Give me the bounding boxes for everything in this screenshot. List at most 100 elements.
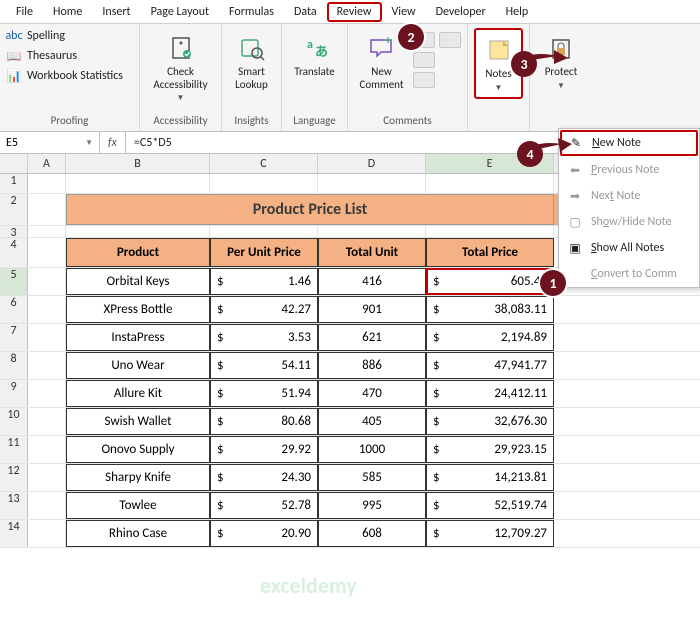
title-cell[interactable]: Product Price List	[66, 194, 554, 225]
tab-view[interactable]: View	[382, 2, 426, 22]
table-cell-product[interactable]: Uno Wear	[66, 352, 210, 379]
svg-text:a: a	[307, 38, 313, 52]
row-8[interactable]: 8	[0, 352, 28, 379]
namebox-dropdown-icon[interactable]: ▼	[85, 138, 93, 148]
ribbon: abcSpelling 📖Thesaurus 📊Workbook Statist…	[0, 24, 700, 132]
table-cell-total[interactable]: $52,519.74	[426, 492, 554, 519]
col-a[interactable]: A	[28, 154, 66, 173]
table-cell-unit-price[interactable]: $80.68	[210, 408, 318, 435]
table-cell-total[interactable]: $38,083.11	[426, 296, 554, 323]
row-3[interactable]: 3	[0, 226, 28, 237]
table-cell-qty[interactable]: 901	[318, 296, 426, 323]
table-cell-qty[interactable]: 416	[318, 268, 426, 295]
header-product[interactable]: Product	[66, 238, 210, 267]
table-cell-product[interactable]: XPress Bottle	[66, 296, 210, 323]
table-cell-qty[interactable]: 405	[318, 408, 426, 435]
watermark: exceldemy	[260, 572, 357, 599]
next-note-icon: ➡	[567, 188, 583, 204]
tab-data[interactable]: Data	[284, 2, 327, 22]
table-cell-total[interactable]: $47,941.77	[426, 352, 554, 379]
table-cell-unit-price[interactable]: $52.78	[210, 492, 318, 519]
new-note-item[interactable]: ✎NNew Noteew Note	[560, 130, 698, 156]
table-cell-total[interactable]: $24,412.11	[426, 380, 554, 407]
table-cell-product[interactable]: Swish Wallet	[66, 408, 210, 435]
header-total-price[interactable]: Total Price	[426, 238, 554, 267]
row-6[interactable]: 6	[0, 296, 28, 323]
tab-file[interactable]: File	[6, 2, 43, 22]
tab-page-layout[interactable]: Page Layout	[141, 2, 219, 22]
name-box[interactable]: E5▼	[0, 132, 100, 153]
table-cell-product[interactable]: InstaPress	[66, 324, 210, 351]
table-cell-qty[interactable]: 470	[318, 380, 426, 407]
svg-text:3: 3	[520, 56, 527, 73]
tab-developer[interactable]: Developer	[426, 2, 496, 22]
row-1[interactable]: 1	[0, 174, 28, 193]
table-cell-unit-price[interactable]: $3.53	[210, 324, 318, 351]
table-cell-unit-price[interactable]: $54.11	[210, 352, 318, 379]
thesaurus-button[interactable]: 📖Thesaurus	[6, 48, 123, 64]
row-5[interactable]: 5	[0, 268, 28, 295]
table-cell-total[interactable]: $29,923.15	[426, 436, 554, 463]
table-cell-product[interactable]: Onovo Supply	[66, 436, 210, 463]
table-cell-unit-price[interactable]: $1.46	[210, 268, 318, 295]
next-comment-button[interactable]	[413, 72, 435, 88]
new-comment-icon: +	[366, 32, 398, 64]
table-cell-unit-price[interactable]: $42.27	[210, 296, 318, 323]
table-cell-product[interactable]: Orbital Keys	[66, 268, 210, 295]
stats-icon: 📊	[6, 68, 22, 84]
tab-formulas[interactable]: Formulas	[219, 2, 284, 22]
row-2[interactable]: 2	[0, 194, 28, 225]
table-cell-qty[interactable]: 621	[318, 324, 426, 351]
table-cell-total[interactable]: $605.49	[426, 268, 554, 295]
table-cell-qty[interactable]: 995	[318, 492, 426, 519]
header-unit-price[interactable]: Per Unit Price	[210, 238, 318, 267]
row-14[interactable]: 14	[0, 520, 28, 547]
table-cell-unit-price[interactable]: $20.90	[210, 520, 318, 547]
table-cell-product[interactable]: Sharpy Knife	[66, 464, 210, 491]
check-accessibility-button[interactable]: Check Accessibility ▼	[149, 28, 213, 107]
table-cell-qty[interactable]: 1000	[318, 436, 426, 463]
prev-comment-button[interactable]	[413, 52, 435, 68]
callout-2: 2	[398, 24, 424, 50]
table-cell-product[interactable]: Allure Kit	[66, 380, 210, 407]
table-cell-product[interactable]: Towlee	[66, 492, 210, 519]
tab-insert[interactable]: Insert	[92, 2, 140, 22]
spelling-button[interactable]: abcSpelling	[6, 28, 123, 44]
show-all-icon: ▣	[567, 240, 583, 256]
row-12[interactable]: 12	[0, 464, 28, 491]
table-cell-product[interactable]: Rhino Case	[66, 520, 210, 547]
tab-review[interactable]: Review	[327, 2, 382, 22]
table-cell-total[interactable]: $14,213.81	[426, 464, 554, 491]
show-comments-button[interactable]	[439, 32, 461, 48]
table-cell-total[interactable]: $12,709.27	[426, 520, 554, 547]
workbook-stats-button[interactable]: 📊Workbook Statistics	[6, 68, 123, 84]
table-cell-qty[interactable]: 886	[318, 352, 426, 379]
col-d[interactable]: D	[318, 154, 426, 173]
row-7[interactable]: 7	[0, 324, 28, 351]
table-cell-unit-price[interactable]: $29.92	[210, 436, 318, 463]
col-b[interactable]: B	[66, 154, 210, 173]
table-cell-unit-price[interactable]: $51.94	[210, 380, 318, 407]
table-cell-unit-price[interactable]: $24.30	[210, 464, 318, 491]
row-4[interactable]: 4	[0, 238, 28, 267]
tab-help[interactable]: Help	[496, 2, 539, 22]
smart-lookup-icon	[236, 32, 268, 64]
row-9[interactable]: 9	[0, 380, 28, 407]
smart-lookup-button[interactable]: Smart Lookup	[228, 28, 275, 95]
table-cell-qty[interactable]: 585	[318, 464, 426, 491]
tab-home[interactable]: Home	[43, 2, 92, 22]
show-all-notes-item[interactable]: ▣Show All Notes	[559, 235, 699, 261]
table-cell-qty[interactable]: 608	[318, 520, 426, 547]
row-13[interactable]: 13	[0, 492, 28, 519]
translate-button[interactable]: aあ Translate	[288, 28, 341, 83]
callout-1: 1	[540, 270, 566, 296]
chevron-down-icon: ▼	[177, 93, 185, 103]
table-cell-total[interactable]: $32,676.30	[426, 408, 554, 435]
row-11[interactable]: 11	[0, 436, 28, 463]
row-10[interactable]: 10	[0, 408, 28, 435]
header-total-unit[interactable]: Total Unit	[318, 238, 426, 267]
table-cell-total[interactable]: $2,194.89	[426, 324, 554, 351]
fx-icon[interactable]: fx	[100, 132, 126, 153]
select-all-corner[interactable]	[0, 154, 28, 173]
col-c[interactable]: C	[210, 154, 318, 173]
